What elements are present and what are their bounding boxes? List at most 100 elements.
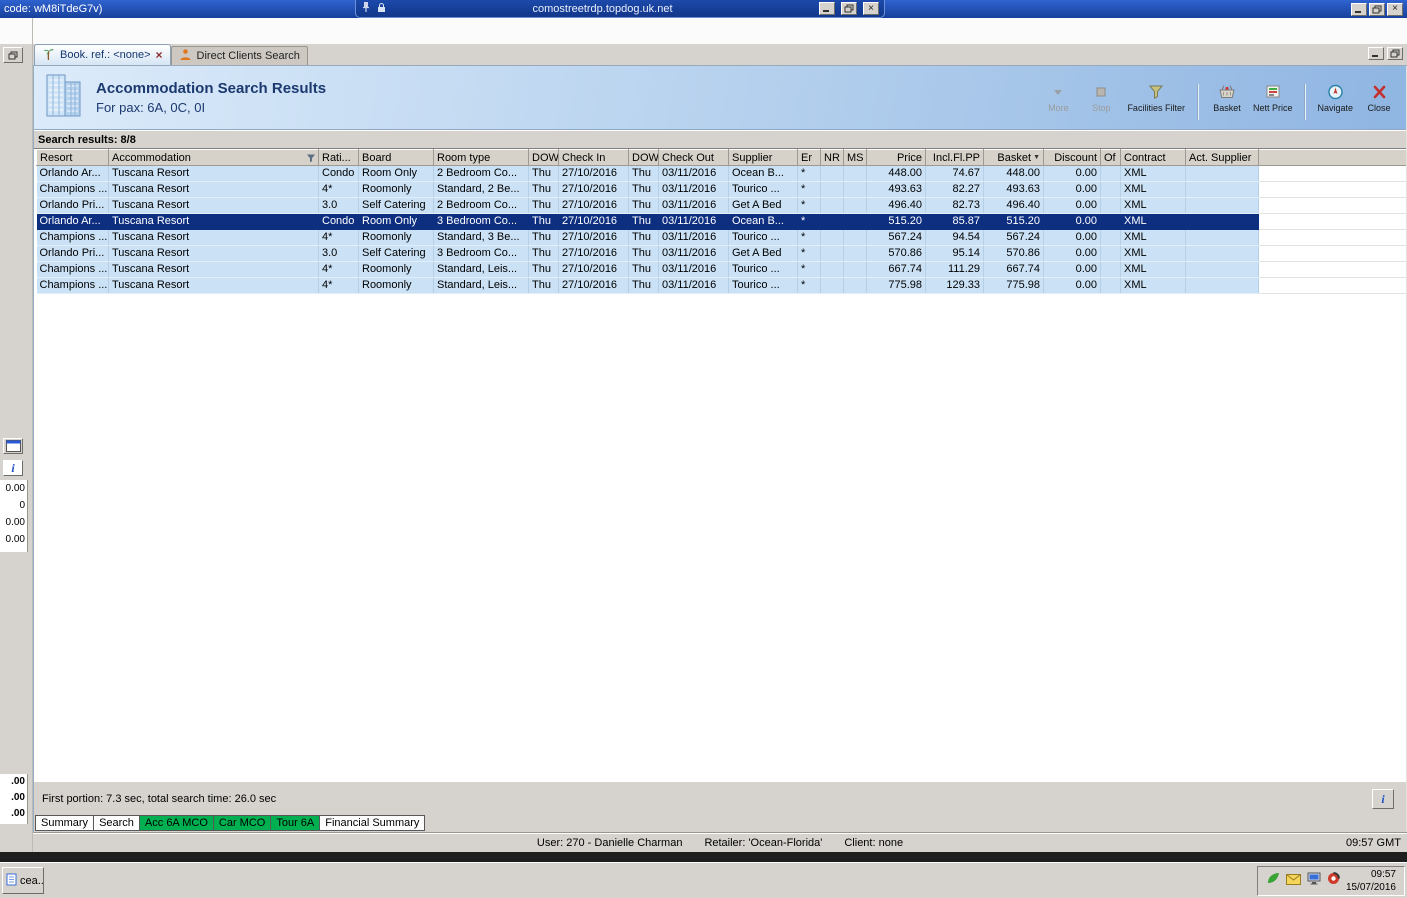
cell: 27/10/2016 [558, 165, 629, 182]
column-header[interactable]: Act. Supplier [1185, 149, 1259, 166]
column-header[interactable]: DOW [528, 149, 559, 166]
facilities-filter-button[interactable]: Facilities Filter [1127, 84, 1185, 113]
column-header[interactable]: Discount [1043, 149, 1101, 166]
cell: Orlando Ar... [36, 213, 109, 230]
bottom-tab-acc-6a-mco[interactable]: Acc 6A MCO [138, 815, 214, 831]
rdp-minimize-button[interactable] [819, 2, 835, 15]
rdp-close-button[interactable]: × [863, 2, 879, 15]
remote-window-controls: × [1351, 2, 1403, 16]
rdp-restore-button[interactable] [841, 2, 857, 15]
toolbar-label: Nett Price [1252, 102, 1293, 113]
table-row[interactable]: Orlando Ar... Tuscana Resort Condo Room Onl… [36, 213, 1259, 230]
cell: * [797, 245, 821, 262]
tab-close-icon[interactable]: × [156, 49, 163, 61]
close-button[interactable]: Close [1362, 84, 1396, 113]
column-header[interactable]: Supplier [728, 149, 798, 166]
cell: Tuscana Resort [108, 165, 319, 182]
tab-direct-clients-search[interactable]: Direct Clients Search [170, 46, 308, 65]
column-header[interactable]: Check In [558, 149, 629, 166]
cell [843, 261, 867, 278]
restore-window-button[interactable] [3, 47, 23, 63]
inner-restore-button[interactable] [1387, 47, 1403, 60]
column-header[interactable]: Basket ▼ [983, 149, 1044, 166]
cell: Standard, 3 Be... [433, 229, 529, 246]
column-header[interactable]: Rati... [318, 149, 359, 166]
cell: 0.00 [1043, 181, 1101, 198]
filter-funnel-icon [1148, 84, 1164, 100]
column-header[interactable]: NR [820, 149, 844, 166]
cell: Thu [628, 197, 659, 214]
nett-price-button[interactable]: Nett Price [1252, 84, 1293, 113]
close-x-icon [1372, 84, 1387, 100]
bottom-tab-car-mco[interactable]: Car MCO [212, 815, 272, 831]
taskbar-app-button[interactable]: cea... [2, 867, 44, 894]
tray-display-icon[interactable] [1307, 872, 1321, 890]
bottom-tab-tour-6a[interactable]: Tour 6A [270, 815, 321, 831]
column-header[interactable]: Accommodation [108, 149, 319, 166]
table-row[interactable]: Orlando Pri... Tuscana Resort 3.0 Self Cate… [36, 197, 1259, 214]
column-header[interactable]: MS [843, 149, 867, 166]
column-header[interactable]: Room type [433, 149, 529, 166]
column-header[interactable]: Price [866, 149, 926, 166]
cell: 2 Bedroom Co... [433, 197, 529, 214]
document-tab-bar: Book. ref.: <none> × Direct Clients Sear… [33, 44, 1407, 66]
inner-minimize-button[interactable] [1368, 47, 1384, 60]
cell [843, 197, 867, 214]
cell: Thu [628, 277, 659, 294]
info-button[interactable]: i [1372, 789, 1394, 809]
window-restore-button[interactable] [1369, 2, 1385, 16]
table-row[interactable]: Champions ... Tuscana Resort 4* Roomonly Sta… [36, 229, 1259, 246]
table-row[interactable]: Champions ... Tuscana Resort 4* Roomonly Sta… [36, 181, 1259, 198]
cell: Thu [528, 277, 559, 294]
cell [820, 261, 844, 278]
stop-button[interactable]: Stop [1084, 84, 1118, 113]
column-filter-funnel-icon[interactable] [306, 153, 316, 163]
window-minimize-button[interactable] [1351, 2, 1367, 16]
column-header[interactable]: Check Out [658, 149, 729, 166]
cell: Self Catering [358, 245, 434, 262]
navigate-button[interactable]: Navigate [1317, 84, 1353, 113]
table-row[interactable]: Champions ... Tuscana Resort 4* Roomonly Sta… [36, 261, 1259, 278]
cell: 27/10/2016 [558, 229, 629, 246]
window-close-button[interactable]: × [1387, 2, 1403, 16]
column-header[interactable]: Incl.Fl.PP [925, 149, 984, 166]
table-row[interactable]: Orlando Ar... Tuscana Resort Condo Room Onl… [36, 165, 1259, 182]
bottom-tab-summary[interactable]: Summary [35, 815, 95, 831]
column-header[interactable]: Resort [36, 149, 109, 166]
table-row[interactable]: Orlando Pri... Tuscana Resort 3.0 Self Cate… [36, 245, 1259, 262]
cell: 667.74 [983, 261, 1044, 278]
column-header[interactable]: DOW [628, 149, 659, 166]
tray-status-icon[interactable] [1327, 871, 1340, 890]
bottom-tab-search[interactable]: Search [93, 815, 140, 831]
more-button[interactable]: More [1041, 84, 1075, 113]
filler-row-line [1259, 198, 1406, 214]
bottom-tab-financial-summary[interactable]: Financial Summary [319, 815, 426, 831]
column-header[interactable]: Of [1100, 149, 1121, 166]
pin-icon[interactable] [361, 1, 371, 16]
cell: 03/11/2016 [658, 245, 729, 262]
cell [1100, 277, 1121, 294]
column-header[interactable]: Er [797, 149, 821, 166]
cell: Thu [528, 213, 559, 230]
tray-leaf-icon[interactable] [1266, 871, 1280, 890]
cell [1100, 261, 1121, 278]
mini-window-icon[interactable] [3, 438, 23, 454]
cell: 567.24 [983, 229, 1044, 246]
tray-mail-icon[interactable] [1285, 872, 1301, 890]
column-header[interactable]: Board [358, 149, 434, 166]
basket-button[interactable]: Basket [1210, 84, 1244, 113]
cell: 27/10/2016 [558, 197, 629, 214]
taskbar-clock[interactable]: 09:57 15/07/2016 [1346, 868, 1396, 894]
results-table[interactable]: Resort Accommodation Rati... Board Room type… [36, 149, 1259, 294]
cell: 2 Bedroom Co... [433, 165, 529, 182]
filler-row-line [1259, 262, 1406, 278]
rdp-connection-bar[interactable]: comostreetrdp.topdog.uk.net × [355, 0, 885, 18]
cell: Thu [628, 229, 659, 246]
background-info-button[interactable]: i [3, 460, 23, 476]
tab-booking-ref[interactable]: Book. ref.: <none> × [34, 44, 171, 65]
cell [1185, 213, 1259, 230]
background-value: .00 [11, 776, 25, 787]
column-header[interactable]: Contract [1120, 149, 1186, 166]
table-row[interactable]: Champions ... Tuscana Resort 4* Roomonly Sta… [36, 277, 1259, 294]
cell [820, 229, 844, 246]
